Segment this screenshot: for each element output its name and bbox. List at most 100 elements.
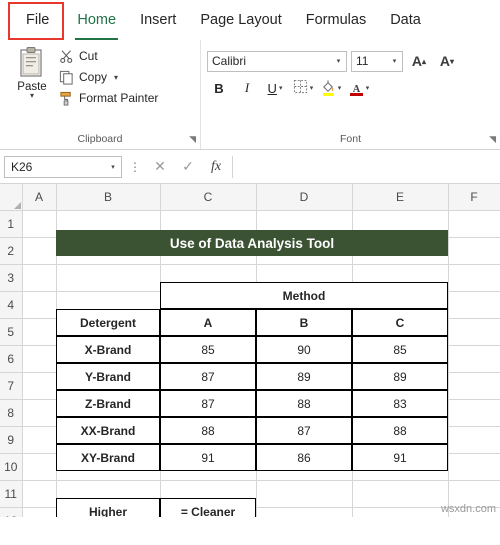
fill-color-caret[interactable]: ▾ [338,84,342,92]
cell-d6[interactable] [256,345,353,373]
font-color-caret[interactable]: ▾ [366,84,370,92]
cell-f2[interactable] [448,237,500,265]
column-header-b[interactable]: B [56,184,161,211]
cell-e4[interactable] [352,291,449,319]
name-box[interactable]: K26 ▾ [4,155,122,178]
cell-d2[interactable] [256,237,353,265]
decrease-font-size-button[interactable]: A ▾ [435,50,459,72]
row-header-5[interactable]: 5 [0,318,23,346]
cell-c11[interactable] [160,480,257,508]
underline-button[interactable]: U ▾ [263,77,287,99]
tab-page-layout[interactable]: Page Layout [188,6,293,34]
row-header-7[interactable]: 7 [0,372,23,400]
tab-formulas[interactable]: Formulas [294,6,378,34]
row-header-1[interactable]: 1 [0,210,23,238]
insert-function-button[interactable]: fx [204,159,228,175]
clipboard-dialog-launcher-icon[interactable]: ◥ [189,134,196,145]
font-dialog-launcher-icon[interactable]: ◥ [489,134,496,145]
cell-f9[interactable] [448,426,500,454]
cell-e8[interactable] [352,399,449,427]
cell-f4[interactable] [448,291,500,319]
borders-caret[interactable]: ▾ [310,84,314,92]
cell-a12[interactable] [22,507,57,517]
cell-a2[interactable] [22,237,57,265]
cell-c10[interactable] [160,453,257,481]
cell-a3[interactable] [22,264,57,292]
cell-e11[interactable] [352,480,449,508]
cell-a7[interactable] [22,372,57,400]
cell-e10[interactable] [352,453,449,481]
paste-button[interactable]: Paste ▾ [6,44,58,133]
row-header-9[interactable]: 9 [0,426,23,454]
cell-e1[interactable] [352,210,449,238]
cell-b3[interactable] [56,264,161,292]
cell-b5[interactable] [56,318,161,346]
cell-b7[interactable] [56,372,161,400]
row-header-2[interactable]: 2 [0,237,23,265]
cell-e12[interactable] [352,507,449,517]
cell-c12[interactable] [160,507,257,517]
tab-file[interactable]: File [14,6,61,34]
font-name-combo[interactable]: Calibri ▾ [207,50,347,72]
cell-f10[interactable] [448,453,500,481]
font-size-caret[interactable]: ▾ [387,57,402,65]
cell-a9[interactable] [22,426,57,454]
cancel-entry-button[interactable]: ✕ [148,158,172,175]
row-header-3[interactable]: 3 [0,264,23,292]
cell-c4[interactable] [160,291,257,319]
cell-c6[interactable] [160,345,257,373]
cell-a8[interactable] [22,399,57,427]
confirm-entry-button[interactable]: ✓ [176,158,200,175]
font-color-button[interactable]: A ▾ [347,77,371,99]
cell-f3[interactable] [448,264,500,292]
row-header-10[interactable]: 10 [0,453,23,481]
cell-d10[interactable] [256,453,353,481]
cell-b2[interactable] [56,237,161,265]
cell-b10[interactable] [56,453,161,481]
cell-e7[interactable] [352,372,449,400]
bold-button[interactable]: B [207,77,231,99]
cell-a10[interactable] [22,453,57,481]
cell-b11[interactable] [56,480,161,508]
fill-color-button[interactable]: ▾ [319,77,343,99]
cell-a4[interactable] [22,291,57,319]
column-header-f[interactable]: F [448,184,500,211]
underline-caret[interactable]: ▾ [279,84,283,92]
cell-a11[interactable] [22,480,57,508]
format-painter-button[interactable]: Format Painter [58,90,158,106]
cell-d11[interactable] [256,480,353,508]
cell-f1[interactable] [448,210,500,238]
select-all-corner[interactable] [0,184,23,211]
cell-d3[interactable] [256,264,353,292]
cell-d5[interactable] [256,318,353,346]
name-box-caret[interactable]: ▾ [105,163,121,171]
worksheet-grid[interactable]: A B C D E F 1 2 3 4 5 6 7 8 9 10 11 12 U… [0,184,500,517]
cell-e2[interactable] [352,237,449,265]
cell-b8[interactable] [56,399,161,427]
cell-c2[interactable] [160,237,257,265]
cell-b1[interactable] [56,210,161,238]
cell-a5[interactable] [22,318,57,346]
cell-b12[interactable] [56,507,161,517]
borders-button[interactable]: ▾ [291,77,315,99]
cell-c7[interactable] [160,372,257,400]
paste-dropdown-caret[interactable]: ▾ [30,92,34,100]
cell-e9[interactable] [352,426,449,454]
cell-b6[interactable] [56,345,161,373]
italic-button[interactable]: I [235,77,259,99]
cell-c3[interactable] [160,264,257,292]
cell-c9[interactable] [160,426,257,454]
cell-d1[interactable] [256,210,353,238]
increase-font-size-button[interactable]: A ▴ [407,50,431,72]
tab-insert[interactable]: Insert [128,6,188,34]
copy-dropdown-caret[interactable]: ▾ [114,73,118,82]
cell-e5[interactable] [352,318,449,346]
column-header-e[interactable]: E [352,184,449,211]
tab-data[interactable]: Data [378,6,433,34]
cell-d4[interactable] [256,291,353,319]
cell-f6[interactable] [448,345,500,373]
copy-button[interactable]: Copy ▾ [58,69,158,85]
cell-b9[interactable] [56,426,161,454]
cell-d9[interactable] [256,426,353,454]
font-name-caret[interactable]: ▾ [331,57,346,65]
